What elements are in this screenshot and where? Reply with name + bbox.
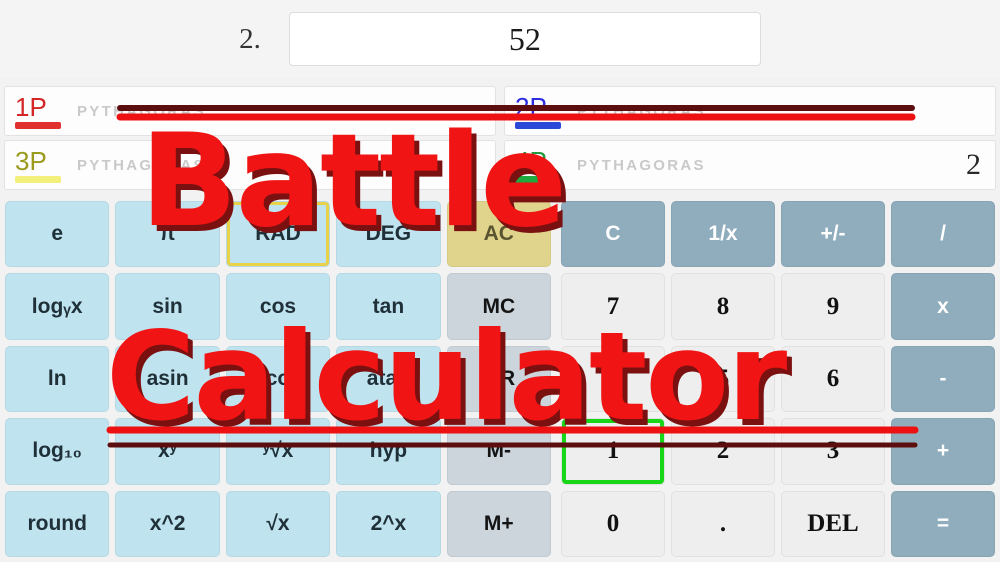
player-name-1p: PYTHAGORAS <box>77 102 206 120</box>
key-1[interactable]: 1 <box>561 418 665 485</box>
battle-calculator-screen: 2. 52 1P PYTHAGORAS 2P PYTHAGORAS 3P PYT… <box>0 0 1000 562</box>
key-[interactable]: = <box>891 490 995 557</box>
key-rad[interactable]: RAD <box>225 201 331 268</box>
key-2[interactable]: 2 <box>671 418 775 485</box>
player-panels: 1P PYTHAGORAS 2P PYTHAGORAS 3P PYTHAGORA… <box>0 84 1000 192</box>
key-[interactable]: + <box>891 418 995 485</box>
key-c[interactable]: C <box>561 201 665 268</box>
player-tag-3p: 3P <box>15 148 71 183</box>
key-hyp[interactable]: hyp <box>336 418 441 485</box>
key-9[interactable]: 9 <box>781 273 885 340</box>
key-[interactable]: π <box>115 201 220 268</box>
key-[interactable]: / <box>891 201 995 268</box>
player-name-2p: PYTHAGORAS <box>577 102 706 120</box>
player-panel-4p[interactable]: 4P PYTHAGORAS 2 <box>504 140 996 190</box>
key-x[interactable]: √x <box>225 490 331 557</box>
player-number-1p: 1P <box>15 91 47 122</box>
key-del[interactable]: DEL <box>781 490 885 557</box>
key-cos[interactable]: cos <box>225 273 331 340</box>
key-3[interactable]: 3 <box>781 418 885 485</box>
display-bar: 2. 52 <box>0 0 1000 78</box>
player-tag-2p: 2P <box>515 94 571 129</box>
key-asin[interactable]: asin <box>115 345 220 413</box>
key-4[interactable]: 4 <box>561 345 665 413</box>
key-atan[interactable]: atan <box>336 345 441 413</box>
player-slot-3: 3P PYTHAGORAS <box>0 138 500 192</box>
key-x[interactable]: x <box>891 273 995 340</box>
player-score-4p: 2 <box>966 148 981 181</box>
key-x[interactable]: ʸ√x <box>225 418 331 485</box>
key-x2[interactable]: x^2 <box>115 490 220 557</box>
key-0[interactable]: 0 <box>561 490 665 557</box>
key-mr[interactable]: MR <box>446 345 551 413</box>
problem-index-label: 2. <box>239 22 261 55</box>
player-colorbar-3p <box>15 175 61 183</box>
player-number-4p: 4P <box>515 145 547 176</box>
key-m[interactable]: M- <box>446 418 551 485</box>
key-e[interactable]: e <box>5 201 110 268</box>
key-ln[interactable]: ln <box>5 345 110 413</box>
scientific-keypad: e π RAD DEG AC logᵧx sin cos tan MC ln asin acos atan… <box>0 196 556 562</box>
key-logx[interactable]: logᵧx <box>5 273 110 340</box>
key-5[interactable]: 5 <box>671 345 775 413</box>
player-slot-4: 4P PYTHAGORAS 2 <box>500 138 1000 192</box>
player-slot-2: 2P PYTHAGORAS <box>500 84 1000 138</box>
key-8[interactable]: 8 <box>671 273 775 340</box>
player-colorbar-1p <box>15 121 61 129</box>
key-mc[interactable]: MC <box>446 273 551 340</box>
player-tag-1p: 1P <box>15 94 71 129</box>
numeric-keypad: C 1/x +/-/ 7 8 9 x 4 5 6- 1 2 3 +0. DEL = <box>556 196 1000 562</box>
player-panel-1p[interactable]: 1P PYTHAGORAS <box>4 86 496 136</box>
player-colorbar-2p <box>515 121 561 129</box>
player-number-3p: 3P <box>15 145 47 176</box>
key-sin[interactable]: sin <box>115 273 220 340</box>
answer-input[interactable]: 52 <box>288 12 761 66</box>
key-x[interactable]: xʸ <box>115 418 220 485</box>
player-tag-4p: 4P <box>515 148 571 183</box>
answer-value: 52 <box>508 20 541 57</box>
key-m[interactable]: M+ <box>446 490 551 557</box>
player-slot-1: 1P PYTHAGORAS <box>0 84 500 138</box>
key-round[interactable]: round <box>5 490 110 557</box>
key-acos[interactable]: acos <box>225 345 331 413</box>
player-number-2p: 2P <box>515 91 547 122</box>
player-colorbar-4p <box>515 175 561 183</box>
player-panel-2p[interactable]: 2P PYTHAGORAS <box>504 86 996 136</box>
key-7[interactable]: 7 <box>561 273 665 340</box>
keypad: e π RAD DEG AC logᵧx sin cos tan MC ln asin acos atan… <box>0 196 1000 562</box>
key-deg[interactable]: DEG <box>336 201 441 268</box>
player-name-3p: PYTHAGORAS <box>77 156 206 174</box>
key-log[interactable]: log₁₀ <box>5 418 110 485</box>
key-1x[interactable]: 1/x <box>671 201 775 268</box>
key-[interactable]: +/- <box>781 201 885 268</box>
key-[interactable]: - <box>891 345 995 413</box>
key-2x[interactable]: 2^x <box>336 490 441 557</box>
key-[interactable]: . <box>671 490 775 557</box>
key-ac[interactable]: AC <box>446 201 551 268</box>
player-name-4p: PYTHAGORAS <box>577 156 706 174</box>
key-6[interactable]: 6 <box>781 345 885 413</box>
player-panel-3p[interactable]: 3P PYTHAGORAS <box>4 140 496 190</box>
key-tan[interactable]: tan <box>336 273 441 340</box>
